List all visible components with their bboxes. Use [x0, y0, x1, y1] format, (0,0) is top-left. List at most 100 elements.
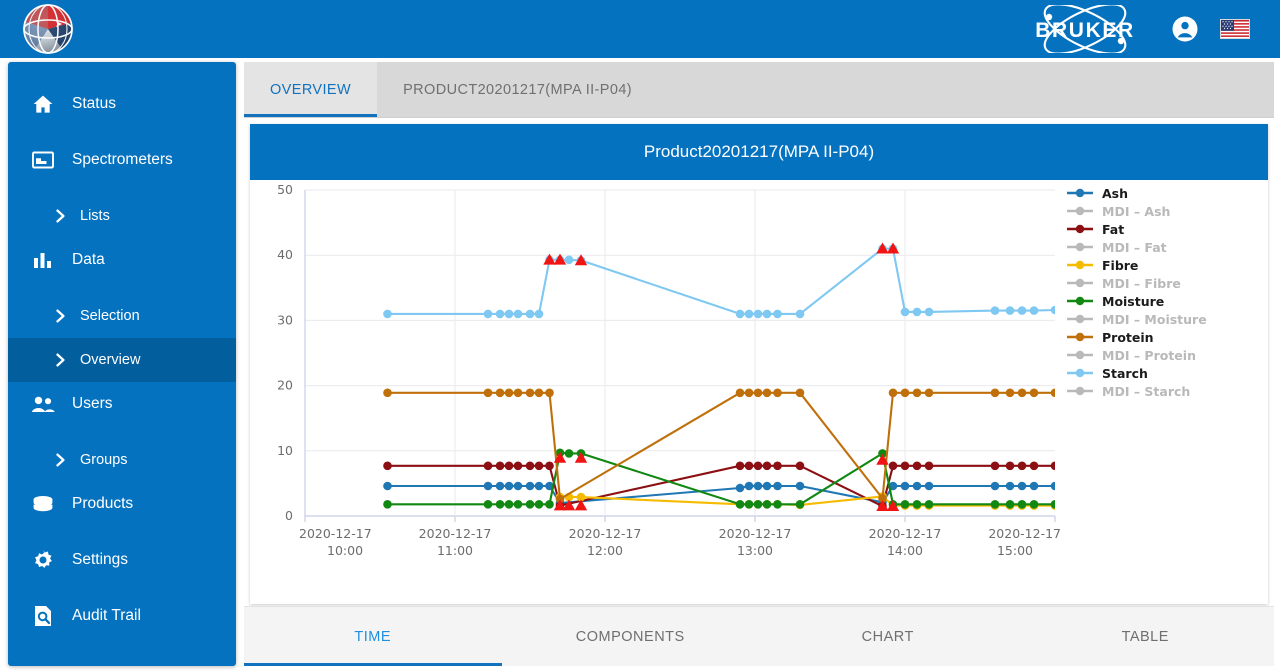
- data-point[interactable]: [754, 482, 763, 491]
- data-point[interactable]: [913, 500, 922, 509]
- data-point[interactable]: [901, 308, 910, 317]
- data-point[interactable]: [913, 308, 922, 317]
- legend-item-mdi-protein[interactable]: MDI – Protein: [1065, 346, 1265, 364]
- sidebar-item-spectrometers[interactable]: Spectrometers: [8, 138, 236, 182]
- data-point[interactable]: [505, 500, 514, 509]
- data-point[interactable]: [484, 482, 493, 491]
- sidebar-item-settings[interactable]: Settings: [8, 538, 236, 582]
- data-point[interactable]: [514, 310, 523, 319]
- legend-item-protein[interactable]: Protein: [1065, 328, 1265, 346]
- data-point[interactable]: [1018, 462, 1027, 471]
- data-point[interactable]: [913, 462, 922, 471]
- data-point[interactable]: [505, 389, 514, 398]
- data-point[interactable]: [514, 500, 523, 509]
- data-point[interactable]: [1051, 389, 1060, 398]
- data-point[interactable]: [1051, 462, 1060, 471]
- data-point[interactable]: [526, 482, 535, 491]
- sidebar-item-users[interactable]: Users: [8, 382, 236, 426]
- data-point[interactable]: [1006, 500, 1015, 509]
- data-point[interactable]: [514, 482, 523, 491]
- data-point[interactable]: [736, 462, 745, 471]
- data-point[interactable]: [565, 449, 574, 458]
- data-point[interactable]: [514, 462, 523, 471]
- legend-item-moisture[interactable]: Moisture: [1065, 292, 1265, 310]
- data-point[interactable]: [901, 500, 910, 509]
- data-point[interactable]: [754, 462, 763, 471]
- data-point[interactable]: [901, 462, 910, 471]
- account-circle-icon[interactable]: [1172, 16, 1198, 42]
- data-point[interactable]: [505, 310, 514, 319]
- data-point[interactable]: [1006, 462, 1015, 471]
- data-point[interactable]: [526, 389, 535, 398]
- data-point[interactable]: [773, 462, 782, 471]
- data-point[interactable]: [925, 308, 934, 317]
- legend-item-fat[interactable]: Fat: [1065, 220, 1265, 238]
- data-point[interactable]: [526, 462, 535, 471]
- data-point[interactable]: [526, 310, 535, 319]
- data-point[interactable]: [496, 500, 505, 509]
- data-point[interactable]: [773, 389, 782, 398]
- legend-item-starch[interactable]: Starch: [1065, 364, 1265, 382]
- data-point[interactable]: [496, 482, 505, 491]
- data-point[interactable]: [773, 500, 782, 509]
- data-point[interactable]: [991, 306, 1000, 315]
- data-point[interactable]: [496, 389, 505, 398]
- data-point[interactable]: [1030, 482, 1039, 491]
- data-point[interactable]: [796, 462, 805, 471]
- data-point[interactable]: [526, 500, 535, 509]
- data-point[interactable]: [901, 482, 910, 491]
- data-point[interactable]: [754, 500, 763, 509]
- data-point[interactable]: [1051, 306, 1060, 315]
- plot-area[interactable]: 010203040502020-12-1710:002020-12-1711:0…: [250, 180, 1268, 604]
- data-point[interactable]: [925, 462, 934, 471]
- data-point[interactable]: [505, 482, 514, 491]
- bottom-tab-components[interactable]: COMPONENTS: [502, 607, 760, 666]
- data-point[interactable]: [1018, 500, 1027, 509]
- data-point[interactable]: [925, 500, 934, 509]
- data-point[interactable]: [1030, 306, 1039, 315]
- sidebar-item-selection[interactable]: Selection: [8, 294, 236, 338]
- data-point[interactable]: [1030, 389, 1039, 398]
- legend-item-mdi-moisture[interactable]: MDI – Moisture: [1065, 310, 1265, 328]
- data-point[interactable]: [991, 482, 1000, 491]
- data-point[interactable]: [745, 500, 754, 509]
- data-point[interactable]: [1018, 306, 1027, 315]
- data-point[interactable]: [773, 310, 782, 319]
- data-point[interactable]: [565, 256, 574, 265]
- data-point[interactable]: [745, 462, 754, 471]
- data-point[interactable]: [1030, 462, 1039, 471]
- data-point[interactable]: [383, 310, 392, 319]
- sidebar-item-overview[interactable]: Overview: [8, 338, 236, 382]
- us-flag-icon[interactable]: [1220, 19, 1250, 39]
- data-point[interactable]: [773, 482, 782, 491]
- data-point[interactable]: [1006, 306, 1015, 315]
- data-point[interactable]: [383, 462, 392, 471]
- data-point[interactable]: [901, 389, 910, 398]
- sidebar-item-data[interactable]: Data: [8, 238, 236, 282]
- data-point[interactable]: [763, 500, 772, 509]
- data-point[interactable]: [1006, 482, 1015, 491]
- data-point[interactable]: [545, 462, 554, 471]
- sidebar-item-groups[interactable]: Groups: [8, 438, 236, 482]
- data-point[interactable]: [796, 500, 805, 509]
- data-point[interactable]: [736, 500, 745, 509]
- data-point[interactable]: [991, 462, 1000, 471]
- data-point[interactable]: [991, 500, 1000, 509]
- data-point[interactable]: [754, 310, 763, 319]
- bottom-tab-chart[interactable]: CHART: [759, 607, 1017, 666]
- data-point[interactable]: [383, 389, 392, 398]
- sidebar-item-audit-trail[interactable]: Audit Trail: [8, 594, 236, 638]
- data-point[interactable]: [745, 310, 754, 319]
- data-point[interactable]: [484, 310, 493, 319]
- data-point[interactable]: [484, 500, 493, 509]
- data-point[interactable]: [535, 462, 544, 471]
- data-point[interactable]: [745, 389, 754, 398]
- globe-logo-icon[interactable]: [22, 3, 74, 55]
- legend-item-mdi-fat[interactable]: MDI – Fat: [1065, 238, 1265, 256]
- tab-overview[interactable]: OVERVIEW: [244, 62, 377, 117]
- data-point[interactable]: [796, 482, 805, 491]
- data-point[interactable]: [913, 482, 922, 491]
- legend-item-fibre[interactable]: Fibre: [1065, 256, 1265, 274]
- data-point[interactable]: [925, 389, 934, 398]
- bottom-tab-table[interactable]: TABLE: [1017, 607, 1275, 666]
